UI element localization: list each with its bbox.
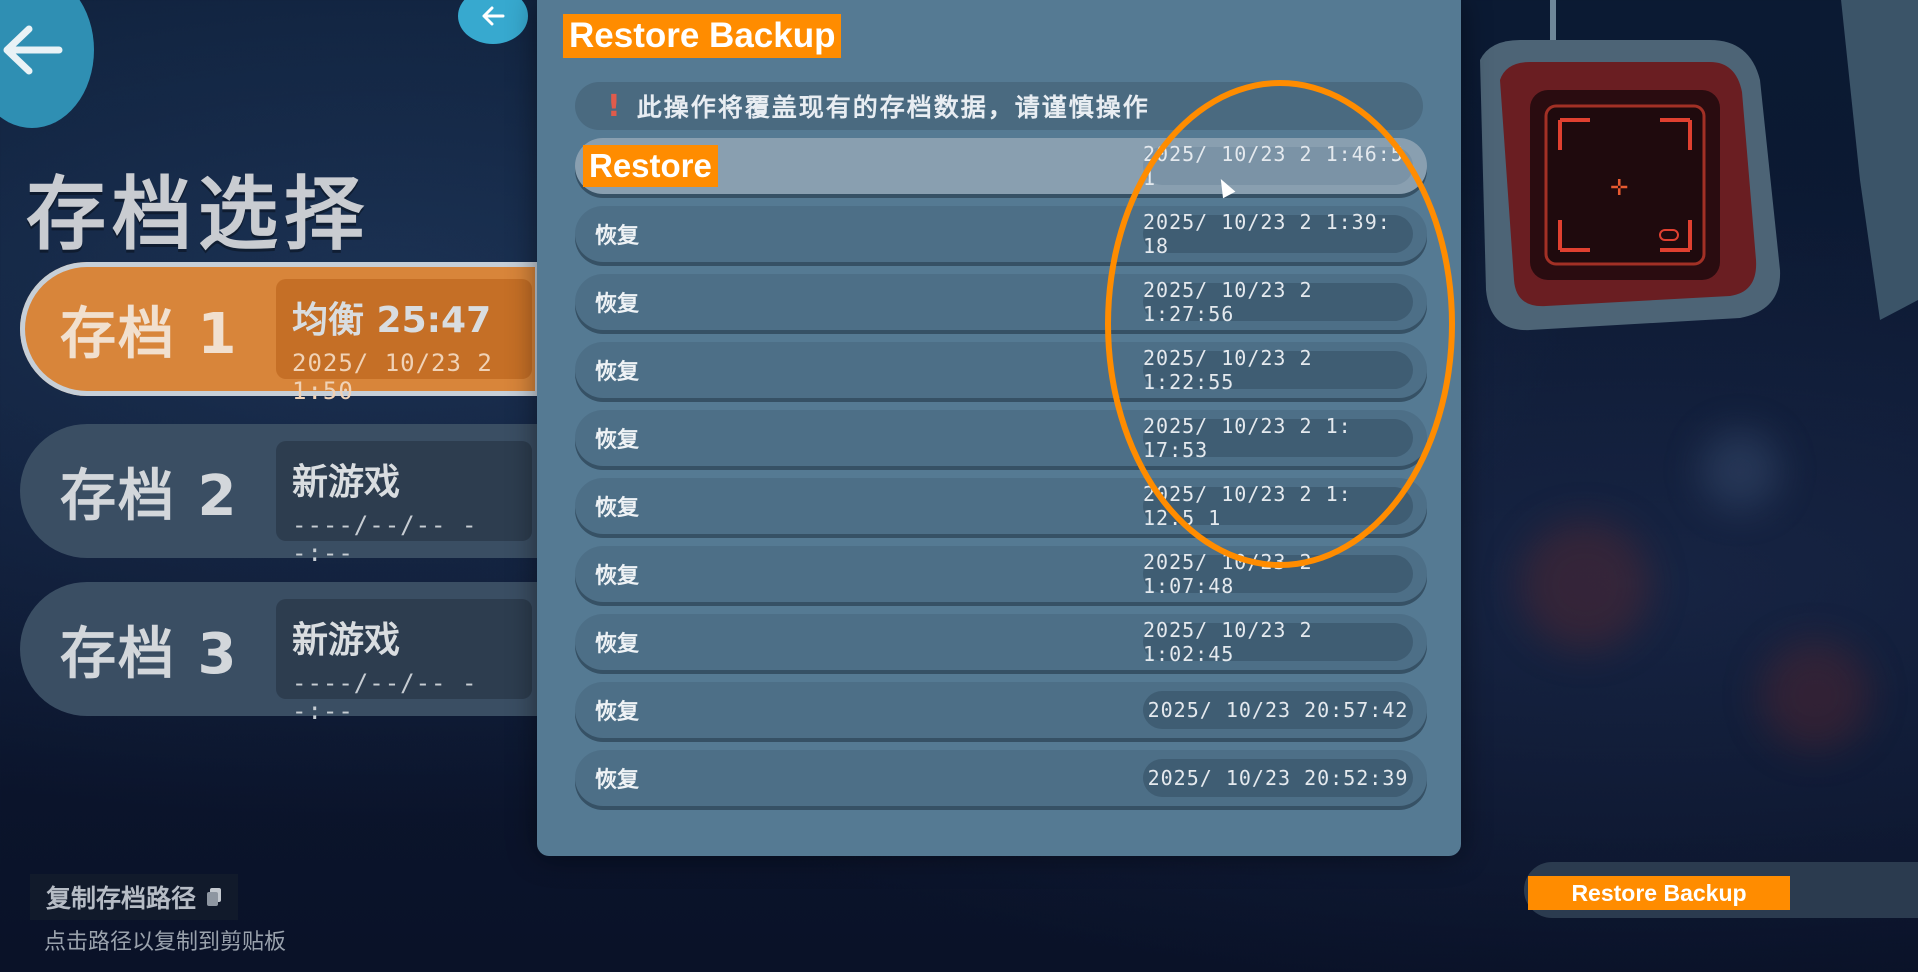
slot-mode: 新游戏 [292,620,401,661]
restore-backup-dialog: Restore Backup ! 此操作将覆盖现有的存档数据，请谨慎操作 Res… [537,0,1461,856]
save-slot-2[interactable]: 存档 2 新游戏 ----/--/-- --:-- [20,424,540,567]
arrow-left-icon [3,25,63,75]
background-bokeh [1700,430,1780,510]
backup-row[interactable]: 恢复 2025/ 10/23 2 1: 17:53 [575,410,1427,466]
slot-info: 均衡 25:47 2025/ 10/23 2 1:50 [276,279,532,405]
slot-date: ----/--/-- --:-- [292,511,478,567]
slot-date: 2025/ 10/23 2 1:50 [292,349,493,405]
backup-row[interactable]: 恢复 2025/ 10/23 2 1: 12:5 1 [575,478,1427,534]
back-button[interactable] [0,0,94,128]
svg-text:✛: ✛ [1610,176,1628,201]
restore-button[interactable]: 恢复 [595,694,639,726]
save-slot-3[interactable]: 存档 3 新游戏 ----/--/-- --:-- [20,582,540,725]
backup-row[interactable]: 恢复 2025/ 10/23 2 1:39: 18 [575,206,1427,262]
backup-timestamp: 2025/ 10/23 2 1:39: 18 [1143,210,1413,258]
exclamation-icon: ! [607,88,621,124]
slot-name: 存档 3 [60,621,239,687]
backup-timestamp: 2025/ 10/23 2 1:27:56 [1143,278,1413,326]
background-bokeh [1520,520,1650,650]
restore-button[interactable]: 恢复 [595,558,639,590]
background-bokeh [1760,640,1870,750]
backup-timestamp: 2025/ 10/23 2 1:22:55 [1143,346,1413,394]
restore-button[interactable]: 恢复 [595,354,639,386]
restore-button[interactable]: 恢复 [595,286,639,318]
backup-timestamp: 2025/ 10/23 2 1:02:45 [1143,618,1413,666]
dialog-back-button[interactable] [458,0,528,44]
backup-row[interactable]: 恢复 2025/ 10/23 2 1:22:55 [575,342,1427,398]
backup-row[interactable]: Restore 2025/ 10/23 2 1:46:5 1 [575,138,1427,194]
restore-button[interactable]: 恢复 [595,422,639,454]
backup-list: Restore 2025/ 10/23 2 1:46:5 1 恢复 2025/ … [575,138,1427,818]
slot-mode: 新游戏 [292,462,401,503]
restore-button[interactable]: Restore [583,145,718,187]
warning-text: 此操作将覆盖现有的存档数据，请谨慎操作 [636,93,1150,122]
restore-button[interactable]: 恢复 [595,626,639,658]
backup-row[interactable]: 恢复 2025/ 10/23 20:52:39 [575,750,1427,806]
backup-row[interactable]: 恢复 2025/ 10/23 2 1:27:56 [575,274,1427,330]
slot-date: ----/--/-- --:-- [292,669,478,725]
page-title: 存档选择 [26,168,370,261]
slot-info: 新游戏 ----/--/-- --:-- [276,441,532,567]
restore-backup-button[interactable]: Restore Backup [1528,876,1790,910]
slot-info: 新游戏 ----/--/-- --:-- [276,599,532,725]
backup-timestamp: 2025/ 10/23 2 1:07:48 [1143,550,1413,598]
backup-timestamp: 2025/ 10/23 2 1: 17:53 [1143,414,1413,462]
restore-button[interactable]: 恢复 [595,218,639,250]
save-slot-1[interactable]: 存档 1 均衡 25:47 2025/ 10/23 2 1:50 [20,262,540,405]
backup-timestamp: 2025/ 10/23 2 1:46:5 1 [1143,142,1413,190]
backup-row[interactable]: 恢复 2025/ 10/23 20:57:42 [575,682,1427,738]
robot-camera-illustration: ✛ [1480,0,1918,331]
copy-path-hint: 点击路径以复制到剪贴板 [44,930,287,955]
warning-banner: ! 此操作将覆盖现有的存档数据，请谨慎操作 [575,82,1423,130]
backup-timestamp: 2025/ 10/23 20:57:42 [1143,691,1413,729]
dialog-heading: Restore Backup [563,14,842,58]
backup-timestamp: 2025/ 10/23 2 1: 12:5 1 [1143,482,1413,530]
slot-name: 存档 1 [60,301,239,367]
backup-row[interactable]: 恢复 2025/ 10/23 2 1:07:48 [575,546,1427,602]
slot-mode: 均衡 25:47 [292,300,492,341]
slot-name: 存档 2 [60,463,239,529]
restore-button[interactable]: 恢复 [595,490,639,522]
copy-path-label: 复制存档路径 [46,884,197,913]
backup-timestamp: 2025/ 10/23 20:52:39 [1143,759,1413,797]
copy-save-path-button[interactable]: 复制存档路径 [30,874,239,920]
backup-row[interactable]: 恢复 2025/ 10/23 2 1:02:45 [575,614,1427,670]
restore-button[interactable]: 恢复 [595,762,639,794]
arrow-left-icon [482,6,505,26]
copy-icon [207,888,222,906]
